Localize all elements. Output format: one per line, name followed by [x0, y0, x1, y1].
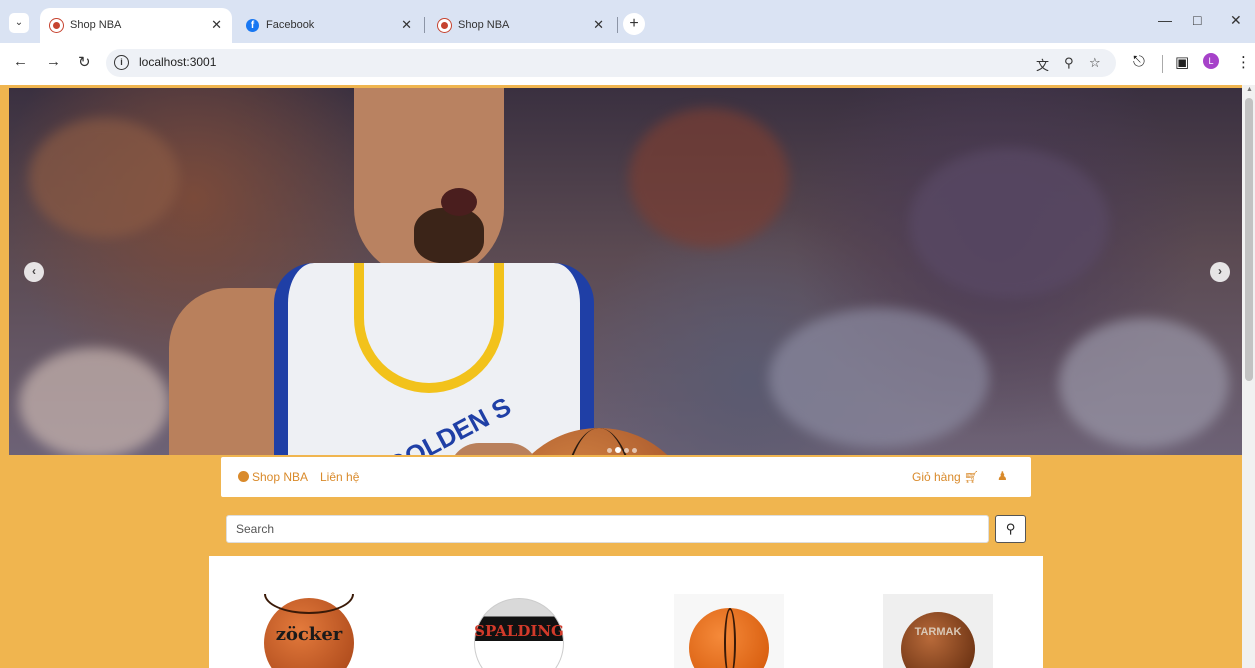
url-text[interactable]: localhost:3001	[139, 55, 216, 69]
tab-title: Shop NBA	[458, 19, 510, 31]
scroll-up-icon[interactable]: ▲	[1246, 86, 1253, 93]
carousel-indicator[interactable]	[632, 448, 637, 453]
browser-toolbar: ← → ↻ i localhost:3001 文 ⚲ ☆ ⎋ ▣ ⋮	[0, 43, 1255, 85]
translate-icon[interactable]: 文	[1036, 55, 1049, 74]
site-info-icon[interactable]: i	[114, 55, 129, 70]
product-card[interactable]	[674, 594, 784, 668]
scrollbar-thumb[interactable]	[1245, 98, 1253, 381]
facebook-favicon-icon: f	[246, 19, 259, 32]
zoom-icon[interactable]: ⚲	[1064, 55, 1074, 71]
carousel-indicator-active[interactable]	[615, 447, 621, 453]
tab-close-icon[interactable]: ✕	[401, 17, 412, 33]
tab-title: Shop NBA	[70, 19, 122, 31]
carousel-indicator[interactable]	[624, 448, 629, 453]
product-card[interactable]: TARMAK	[883, 594, 993, 668]
tab-shop-nba-2[interactable]: Shop NBA ✕	[428, 8, 614, 43]
reload-icon[interactable]: ↻	[78, 53, 91, 71]
shop-nba-favicon-icon	[50, 19, 63, 32]
tab-title: Facebook	[266, 19, 315, 31]
new-tab-button[interactable]: +	[623, 13, 645, 35]
toolbar-separator	[1162, 55, 1163, 73]
sidepanel-icon[interactable]: ▣	[1175, 53, 1189, 71]
cart-link[interactable]: Giỏ hàng 🛒︎	[912, 470, 979, 484]
hero-carousel: GOLDEN S	[9, 88, 1242, 455]
back-icon[interactable]: ←	[13, 53, 28, 70]
browser-tab-bar: ⌄ Shop NBA ✕ f Facebook ✕ Shop NBA ✕ + —…	[0, 0, 1255, 43]
product-card[interactable]: SPALDING	[464, 594, 574, 668]
extensions-icon[interactable]: ⎋	[1133, 53, 1145, 70]
search-icon: ⚲	[1005, 521, 1016, 536]
user-icon[interactable]: ♟	[997, 469, 1008, 483]
minimize-icon[interactable]: —	[1158, 12, 1172, 28]
forward-icon[interactable]: →	[46, 53, 61, 70]
tab-search-icon[interactable]: ⌄	[9, 13, 29, 33]
menu-icon[interactable]: ⋮	[1236, 53, 1251, 71]
carousel-next-icon[interactable]: ›	[1210, 262, 1230, 282]
product-brand-label: TARMAK	[914, 626, 962, 638]
crowd-blur	[909, 148, 1109, 298]
tab-separator	[424, 17, 425, 33]
product-brand-label: zöcker	[275, 624, 343, 645]
site-navbar: Shop NBA Liên hệ Giỏ hàng 🛒︎ ♟	[221, 457, 1031, 497]
crowd-blur	[29, 118, 179, 238]
crowd-blur	[769, 308, 989, 448]
restore-icon[interactable]: □	[1193, 12, 1201, 28]
product-card[interactable]: zöcker	[254, 594, 364, 668]
star-icon[interactable]: ☆	[1089, 55, 1101, 71]
profile-avatar[interactable]: L	[1203, 53, 1219, 69]
cart-icon: 🛒︎	[964, 470, 980, 484]
carousel-indicators	[607, 440, 640, 458]
carousel-prev-icon[interactable]: ‹	[24, 262, 44, 282]
address-bar[interactable]: i localhost:3001 文 ⚲ ☆	[106, 49, 1116, 77]
crowd-blur	[19, 348, 169, 455]
tab-facebook[interactable]: f Facebook ✕	[236, 8, 422, 43]
product-grid: zöcker SPALDING TARMAK	[209, 556, 1043, 668]
tab-close-icon[interactable]: ✕	[211, 17, 222, 33]
basketball-icon	[238, 471, 249, 482]
cart-label: Giỏ hàng	[912, 470, 961, 484]
crowd-blur	[629, 108, 789, 248]
product-image[interactable]	[901, 612, 975, 668]
product-brand-label: SPALDING	[474, 622, 564, 640]
contact-link[interactable]: Liên hệ	[320, 470, 359, 484]
search-button[interactable]: ⚲	[995, 515, 1026, 543]
tab-separator	[617, 17, 618, 33]
crowd-blur	[1059, 318, 1229, 448]
carousel-indicator[interactable]	[607, 448, 612, 453]
player-beard	[414, 208, 484, 263]
search-input[interactable]: Search	[226, 515, 989, 543]
shop-nba-favicon-icon	[438, 19, 451, 32]
close-icon[interactable]: ✕	[1230, 12, 1242, 29]
tab-close-icon[interactable]: ✕	[593, 17, 604, 33]
brand-link[interactable]: Shop NBA	[238, 470, 308, 484]
tab-shop-nba-1[interactable]: Shop NBA ✕	[40, 8, 232, 43]
player-mouth	[441, 188, 477, 216]
brand-label: Shop NBA	[252, 470, 309, 484]
